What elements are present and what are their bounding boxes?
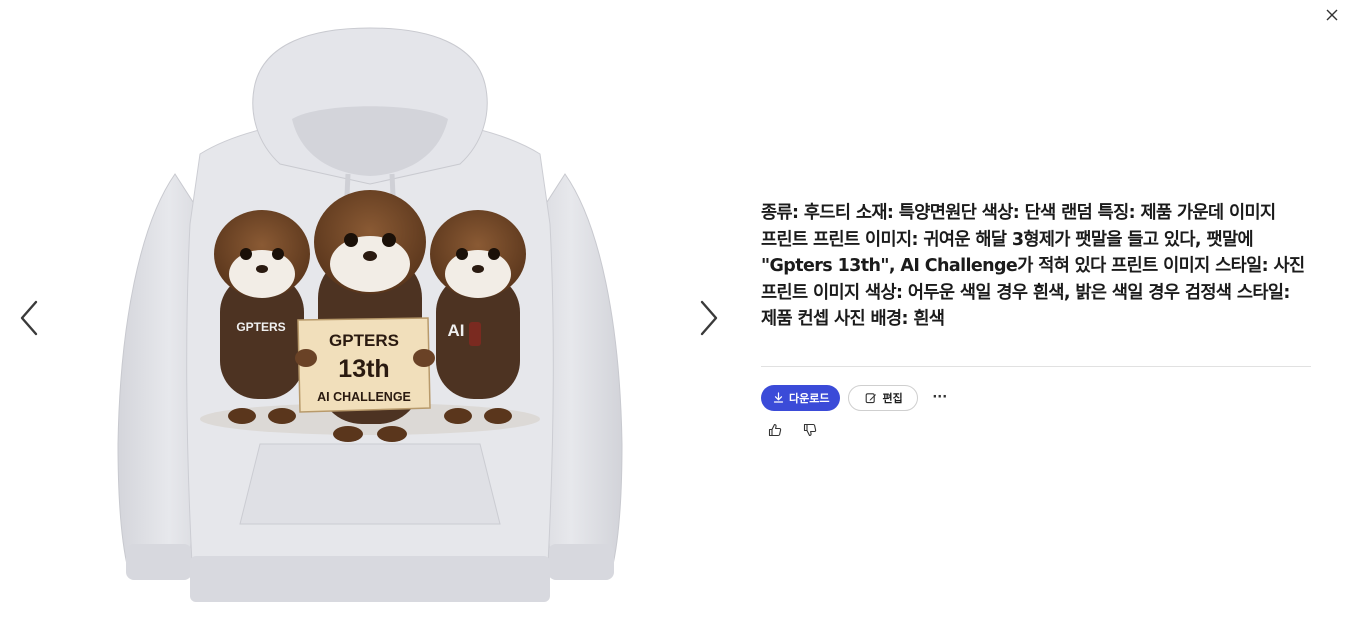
sign-line-2: 13th [338,355,389,383]
thumbs-down-button[interactable] [801,421,819,439]
divider [761,365,1311,367]
download-icon [773,392,784,403]
feedback-bar [766,421,1311,439]
download-label: 다운로드 [789,391,830,405]
close-button[interactable] [1319,2,1345,28]
image-info-panel: 종류: 후드티 소재: 특양면원단 색상: 단색 랜덤 특징: 제품 가운데 이… [761,200,1311,439]
prompt-description: 종류: 후드티 소재: 특양면원단 색상: 단색 랜덤 특징: 제품 가운데 이… [761,203,1305,329]
image-viewer: GPTERS AI GPTERS 13th AI CHALLENGE 종류: 후… [0,0,1351,629]
edit-button[interactable]: 편집 [848,384,918,411]
chevron-right-icon [700,300,718,336]
more-options-button[interactable]: ··· [926,385,954,411]
thumbs-down-icon [803,423,817,436]
edit-icon [866,392,877,403]
close-icon [1326,9,1338,21]
thumbs-up-button[interactable] [766,421,784,439]
sign-line-3: AI CHALLENGE [317,390,411,404]
previous-image-button[interactable] [14,296,44,340]
edit-label: 편집 [882,391,903,405]
otter-sign: GPTERS 13th AI CHALLENGE [295,317,435,413]
next-image-button[interactable] [694,296,724,340]
action-bar: 다운로드 편집 ··· [761,384,1311,411]
download-button[interactable]: 다운로드 [761,384,841,411]
right-otter-hoodie-text: AI [448,321,465,340]
chevron-left-icon [20,300,38,336]
product-image: GPTERS AI GPTERS 13th AI CHALLENGE [80,24,660,609]
left-otter-hoodie-text: GPTERS [236,320,285,334]
thumbs-up-icon [768,423,782,436]
sign-line-1: GPTERS [329,331,399,350]
